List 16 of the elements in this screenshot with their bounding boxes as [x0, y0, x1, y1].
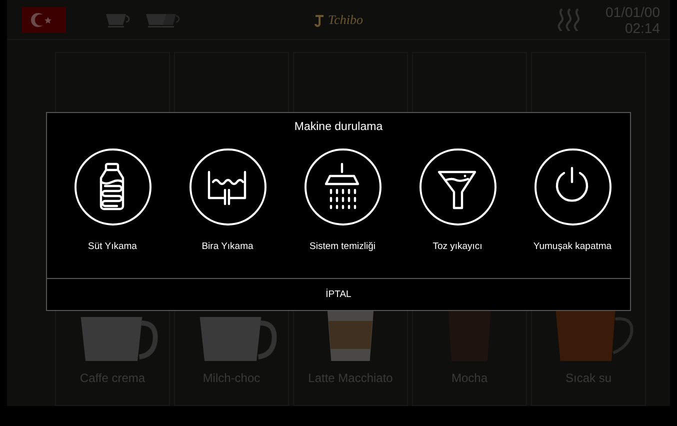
funnel-icon	[418, 148, 496, 226]
rinse-option[interactable]: Yumuşak kapatma	[533, 148, 612, 252]
power-icon	[534, 148, 612, 226]
bottle-icon	[74, 148, 152, 226]
dialog-title: Makine durulama	[294, 121, 383, 133]
cup-icon[interactable]	[104, 12, 132, 28]
rinse-option[interactable]: Süt Yıkama	[74, 148, 152, 252]
shower-icon	[304, 148, 382, 226]
rinse-option[interactable]: Bira Yıkama	[188, 148, 266, 252]
logo: Tchibo	[328, 12, 363, 28]
two-cups-icon[interactable]	[144, 12, 182, 28]
rinse-option[interactable]: Toz yıkayıcı	[418, 148, 496, 252]
tank-icon	[188, 148, 266, 226]
cancel-button[interactable]: İPTAL	[47, 278, 630, 310]
flag-icon[interactable]	[22, 6, 66, 32]
rinse-option[interactable]: Sistem temizliği	[304, 148, 382, 252]
